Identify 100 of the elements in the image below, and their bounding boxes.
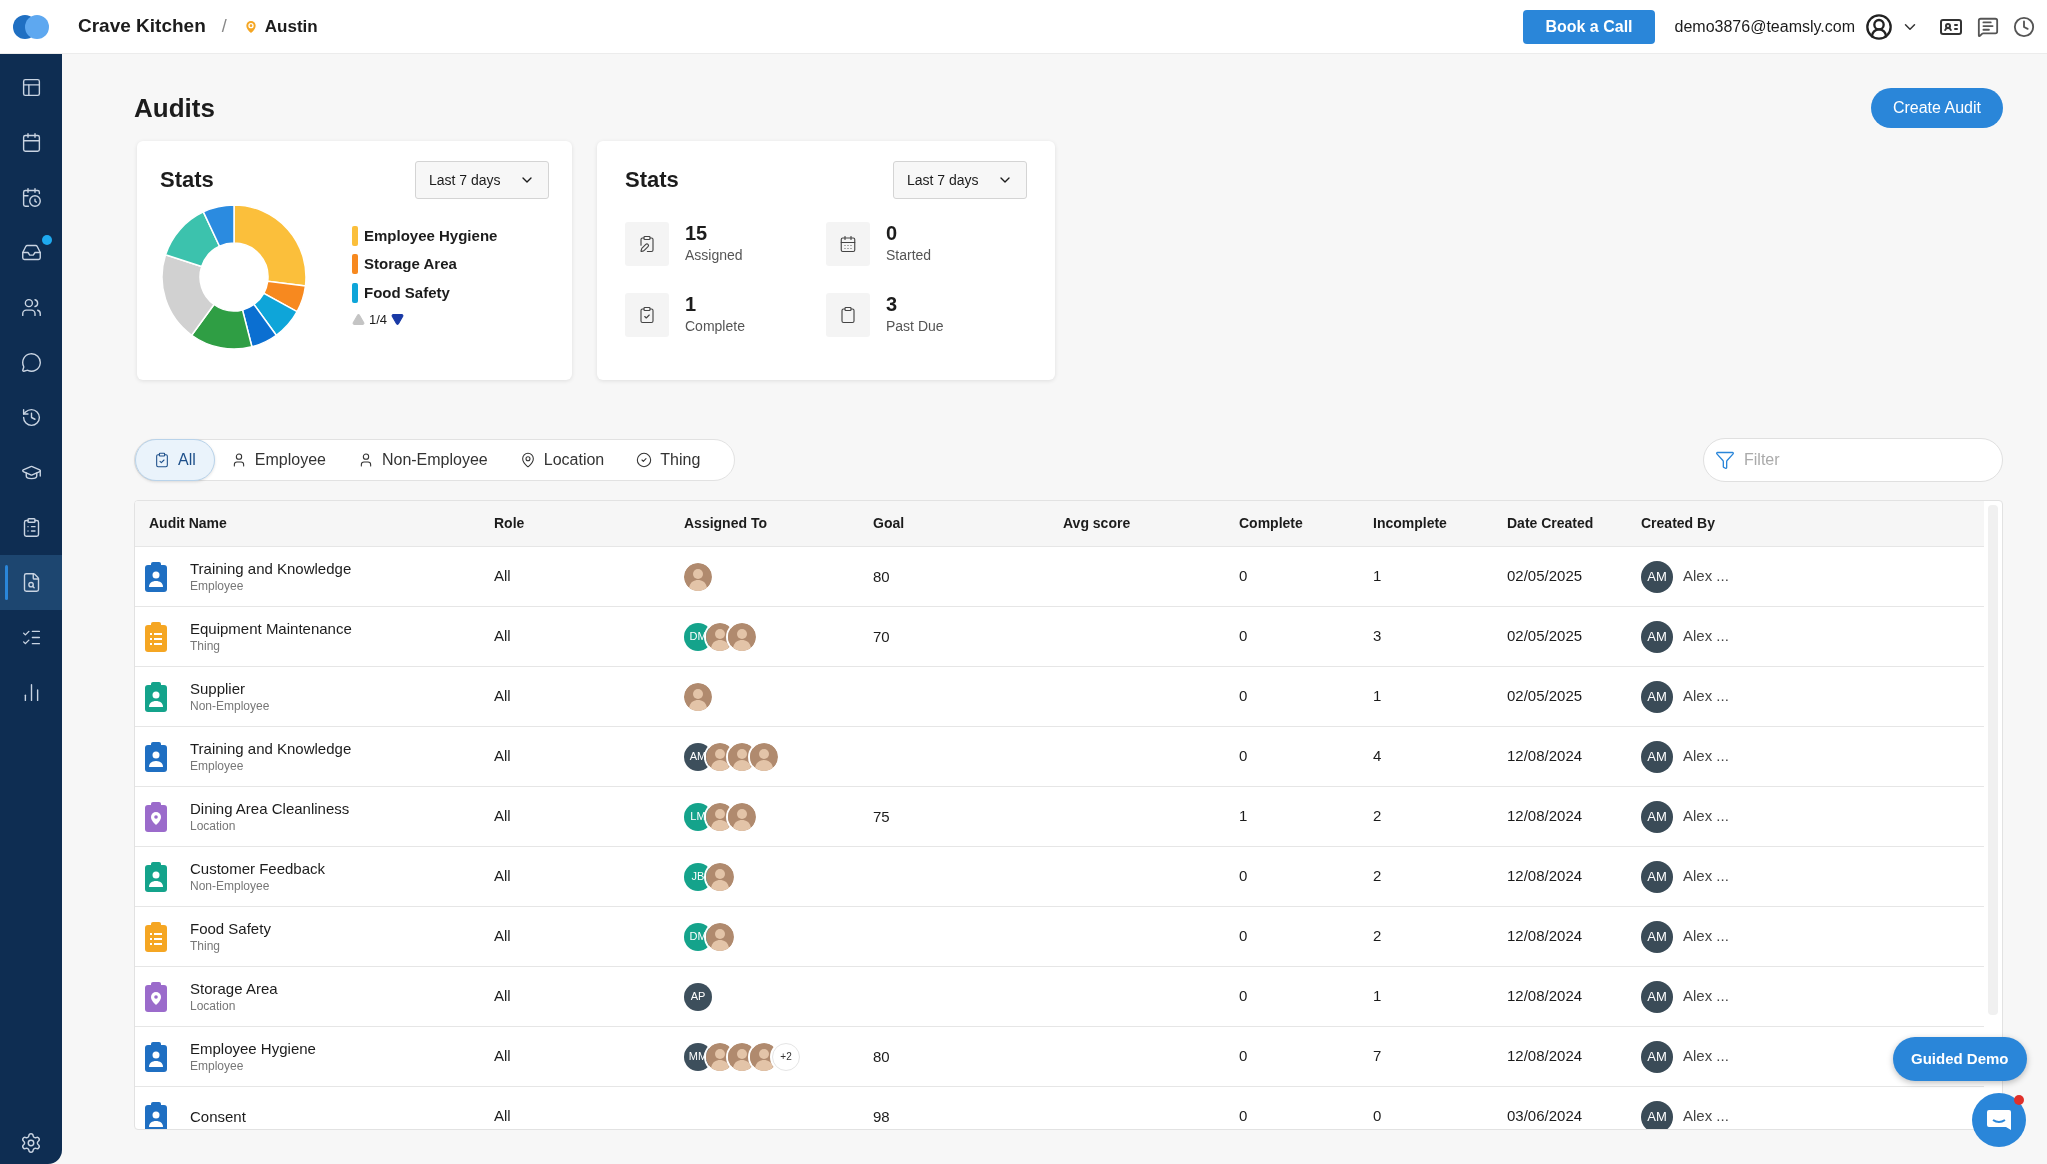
creator-avatar: AM [1641, 920, 1673, 953]
more-count: +2 [772, 1042, 800, 1071]
settings-icon[interactable] [20, 1132, 42, 1154]
table-cell-text: All [493, 1106, 512, 1127]
column-header: Role [494, 514, 526, 533]
creator-avatar: AM [1641, 800, 1673, 833]
history-icon [20, 407, 42, 428]
stat-value: 15 [685, 221, 709, 245]
chat-bubble-icon [1986, 1108, 2012, 1132]
audit-type: Non-Employee [190, 878, 271, 894]
creator-avatar: AM [1641, 1040, 1673, 1073]
audit-name[interactable]: Consent [190, 1107, 246, 1126]
clock-icon[interactable] [2013, 15, 2035, 38]
filter-tab[interactable]: Non-Employee [341, 439, 504, 481]
chat-launcher[interactable] [1972, 1093, 2026, 1147]
table-cell-text: 0 [1238, 686, 1249, 707]
table-cell-text: 03/06/2024 [1506, 1106, 1584, 1127]
table-cell-text: 1 [1372, 686, 1383, 707]
filter-icon [1715, 450, 1735, 470]
create-audit-button[interactable]: Create Audit [1870, 88, 2003, 128]
guided-demo-button[interactable]: Guided Demo [1893, 1037, 2027, 1081]
audit-name[interactable]: Dining Area Cleanliness [190, 799, 350, 818]
filter-tab[interactable]: Employee [214, 439, 342, 481]
avatar [684, 562, 712, 591]
column-header: Assigned To [684, 514, 768, 533]
table-cell-text: 0 [1238, 926, 1249, 947]
calendar-clock-icon [20, 187, 42, 208]
table-cell-text: 02/05/2025 [1506, 686, 1584, 707]
table-cell-text: 4 [1372, 746, 1383, 767]
checkbox-icon [154, 452, 170, 468]
table-cell-text: 0 [1238, 1106, 1249, 1127]
location-name[interactable]: Austin [264, 13, 318, 40]
avatar: AP [684, 982, 712, 1011]
table-cell-text: 1 [1372, 986, 1383, 1007]
filter-tab[interactable]: All [135, 439, 215, 481]
pin-icon [242, 18, 259, 35]
column-header: Avg score [1063, 514, 1132, 533]
avatar [706, 922, 734, 951]
period-dropdown[interactable]: Last 7 days [893, 161, 1027, 199]
table-cell-text: 0 [1238, 746, 1249, 767]
table-cell-text: All [493, 746, 512, 767]
sidebar-item[interactable] [0, 555, 62, 610]
breadcrumb-separator: / [221, 15, 227, 38]
table-cell: 70 [873, 627, 890, 645]
audit-type: Employee [190, 578, 245, 594]
audit-name[interactable]: Equipment Maintenance [190, 619, 352, 638]
page-title: Audits [134, 91, 215, 125]
table-cell-text: 0 [1238, 1046, 1249, 1067]
logo-icon [12, 13, 50, 40]
calendar-icon [20, 132, 42, 153]
next-page-icon[interactable] [391, 313, 405, 327]
avatar [728, 802, 756, 831]
creator-avatar: AM [1641, 680, 1673, 713]
avatar [706, 862, 734, 891]
dashboard-icon [20, 77, 42, 98]
creator-name: Alex ... [1683, 686, 1729, 707]
table-cell-text: 0 [1238, 566, 1249, 587]
table-cell-text: 02/05/2025 [1506, 626, 1584, 647]
filter-tab[interactable]: Location [503, 439, 621, 481]
table-cell: 75 [873, 807, 890, 825]
legend-label: Food Safety [364, 282, 450, 303]
table-cell-text: All [493, 986, 512, 1007]
filter-field[interactable]: Filter [1703, 438, 2003, 482]
clipboard-icon [145, 1041, 167, 1072]
audit-name[interactable]: Supplier [190, 679, 270, 698]
audit-name[interactable]: Storage Area [190, 979, 278, 998]
audit-type: Non-Employee [190, 698, 270, 714]
book-call-button[interactable]: Book a Call [1523, 9, 1655, 44]
table-cell-text: All [493, 866, 512, 887]
period-dropdown[interactable]: Last 7 days [415, 161, 549, 199]
table-cell-text: 0 [1238, 866, 1249, 887]
inbox-icon [20, 242, 42, 263]
table-cell-text: 0 [1372, 1106, 1383, 1127]
audit-name[interactable]: Customer Feedback [190, 859, 326, 878]
column-header: Audit Name [149, 514, 228, 533]
audit-name[interactable]: Training and Knowledge [190, 559, 352, 578]
clipboard-icon [145, 621, 167, 652]
table-cell: 80 [873, 1047, 890, 1065]
audit-name[interactable]: Food Safety [190, 919, 271, 938]
table-cell-text: 12/08/2024 [1506, 926, 1584, 947]
audit-name[interactable]: Employee Hygiene [190, 1039, 316, 1058]
column-header: Goal [873, 514, 906, 533]
stat-label: Started [886, 246, 932, 265]
page-indicator: 1/4 [369, 311, 388, 329]
creator-name: Alex ... [1683, 626, 1729, 647]
creator-name: Alex ... [1683, 866, 1729, 887]
user-avatar-icon[interactable] [1865, 12, 1893, 41]
people-icon [20, 297, 42, 318]
clipboard-icon [826, 292, 870, 337]
table-cell-text: 12/08/2024 [1506, 806, 1584, 827]
audit-name[interactable]: Training and Knowledge [190, 739, 352, 758]
avatar [684, 682, 712, 711]
creator-name: Alex ... [1683, 806, 1729, 827]
chat-icon[interactable] [1977, 15, 1999, 38]
table-cell: 98 [873, 1107, 890, 1125]
table-cell-text: All [493, 1046, 512, 1067]
table-cell-text: 12/08/2024 [1506, 1046, 1584, 1067]
avatar [750, 742, 778, 771]
stat-value: 1 [685, 292, 698, 316]
filter-tab[interactable]: Thing [620, 439, 717, 481]
